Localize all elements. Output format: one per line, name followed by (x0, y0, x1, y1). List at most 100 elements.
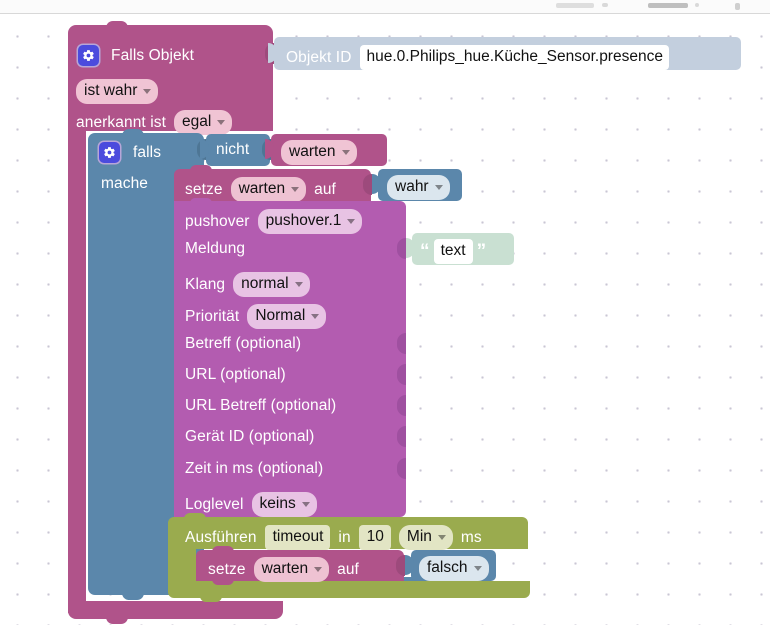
chevron-down-icon (434, 185, 443, 190)
trigger-title: Falls Objekt (111, 46, 195, 64)
in-label: in (338, 528, 351, 546)
chevron-down-icon (473, 566, 482, 571)
timeout-name-input[interactable]: timeout (264, 525, 331, 550)
chevron-down-icon (314, 567, 323, 572)
trigger-block-bottom-notch (106, 617, 128, 624)
message-value-socket (397, 238, 406, 259)
timeout-block-left-spine (168, 547, 196, 583)
quote-open-icon: “ (420, 240, 430, 262)
pushover-message-row: Meldung (185, 241, 245, 257)
chevron-down-icon (347, 219, 356, 224)
toolbar-ghost-control-4[interactable] (695, 3, 699, 7)
priority-label: Priorität (185, 307, 240, 325)
time-ms-label: Zeit in ms (optional) (185, 460, 324, 477)
set-label-2: setze (208, 560, 246, 578)
set-variable-dropdown-1[interactable]: warten (230, 177, 307, 202)
pushover-time-ms-row: Zeit in ms (optional) (185, 461, 323, 477)
timeout-unit-suffix: ms (460, 528, 482, 546)
url-subject-label: URL Betreff (optional) (185, 397, 337, 414)
device-id-value-socket (397, 426, 406, 447)
set-false-value-socket (396, 555, 405, 576)
timeout-block-top-notch (184, 513, 206, 519)
falsch-dropdown[interactable]: falsch (419, 556, 489, 581)
ack-dropdown[interactable]: egal (174, 110, 233, 135)
chevron-down-icon (294, 282, 303, 287)
warten-variable-dropdown-1[interactable]: warten (281, 140, 357, 165)
object-id-input[interactable]: hue.0.Philips_hue.Küche_Sensor.presence (359, 45, 669, 70)
gear-icon[interactable] (99, 142, 120, 163)
text-string-row: “ text ” (420, 239, 486, 264)
chevron-down-icon (311, 314, 320, 319)
trigger-block-foot (68, 601, 283, 619)
not-label: nicht (216, 141, 250, 158)
pushover-subject-row: Betreff (optional) (185, 336, 301, 352)
if-label: falls (133, 143, 162, 161)
set-variable-false-row: setze warten auf (208, 557, 359, 582)
device-id-label: Gerät ID (optional) (185, 428, 315, 445)
variable-getter-warten-1-row: warten (281, 140, 357, 165)
timeout-amount-input[interactable]: 10 (358, 525, 391, 550)
trigger-block-left-spine (68, 125, 86, 613)
logic-boolean-falsch-row: falsch (419, 556, 489, 581)
chevron-down-icon (291, 187, 300, 192)
quote-close-icon: ” (476, 240, 487, 262)
wahr-dropdown[interactable]: wahr (387, 175, 450, 200)
timeout-block-bottom-notch (200, 596, 222, 602)
trigger-condition-row: ist wahr (76, 79, 159, 104)
set-variable-true-top-notch (190, 165, 212, 171)
editor-toolbar[interactable] (0, 0, 770, 14)
if-header-row: falls (99, 142, 161, 163)
object-id-row: Objekt ID hue.0.Philips_hue.Küche_Sensor… (286, 45, 669, 70)
gear-icon[interactable] (78, 45, 99, 66)
if-block-top-notch (122, 129, 144, 136)
pushover-sound-row: Klang normal (185, 272, 310, 297)
time-ms-value-socket (397, 458, 406, 479)
pushover-device-id-row: Gerät ID (optional) (185, 429, 314, 445)
screenshot-root: Falls Objekt ist wahr anerkannt ist egal… (0, 0, 770, 625)
toolbar-ghost-control-3[interactable] (648, 3, 688, 8)
pushover-title-label: pushover (185, 212, 250, 230)
not-row: nicht (216, 142, 249, 158)
pushover-url-subject-row: URL Betreff (optional) (185, 398, 336, 414)
loglevel-dropdown[interactable]: keins (251, 492, 317, 517)
timeout-unit-dropdown[interactable]: Min (398, 525, 453, 550)
url-label: URL (optional) (185, 366, 286, 383)
chevron-down-icon (217, 120, 226, 125)
toolbar-ghost-control-2[interactable] (602, 3, 608, 7)
pushover-url-row: URL (optional) (185, 367, 286, 383)
loglevel-label: Loglevel (185, 495, 244, 513)
condition-dropdown[interactable]: ist wahr (76, 79, 159, 104)
ack-label: anerkannt ist (76, 113, 167, 131)
pushover-loglevel-row: Loglevel keins (185, 492, 317, 517)
pushover-instance-row: pushover pushover.1 (185, 209, 363, 234)
set-label-1: setze (185, 180, 223, 198)
url-value-socket (397, 364, 406, 385)
if-block-bottom-notch (122, 593, 144, 600)
sound-dropdown[interactable]: normal (233, 272, 310, 297)
chevron-down-icon (437, 535, 446, 540)
subject-label: Betreff (optional) (185, 335, 302, 352)
toolbar-ghost-control-1[interactable] (556, 3, 594, 8)
pushover-priority-row: Priorität Normal (185, 304, 327, 329)
to-label-2: auf (337, 560, 359, 578)
chevron-down-icon (143, 89, 152, 94)
pushover-block-top-notch (190, 198, 212, 203)
toolbar-ghost-control-5[interactable] (735, 3, 740, 10)
set-variable-false-top-notch (212, 546, 234, 552)
sound-label: Klang (185, 275, 226, 293)
do-label: mache (101, 175, 149, 192)
chevron-down-icon (301, 502, 310, 507)
pushover-instance-dropdown[interactable]: pushover.1 (257, 209, 363, 234)
logic-boolean-wahr-row: wahr (387, 175, 450, 200)
if-do-row: mache (101, 176, 148, 192)
url-subject-value-socket (397, 395, 406, 416)
object-id-label: Objekt ID (286, 48, 352, 66)
text-string-input[interactable]: text (433, 239, 473, 264)
trigger-ack-row: anerkannt ist egal (76, 110, 233, 135)
chevron-down-icon (341, 150, 350, 155)
set-variable-dropdown-2[interactable]: warten (253, 557, 330, 582)
message-label: Meldung (185, 240, 246, 257)
priority-dropdown[interactable]: Normal (247, 304, 327, 329)
blockly-workspace[interactable]: Falls Objekt ist wahr anerkannt ist egal… (0, 13, 770, 625)
trigger-block-top-notch (106, 21, 128, 28)
